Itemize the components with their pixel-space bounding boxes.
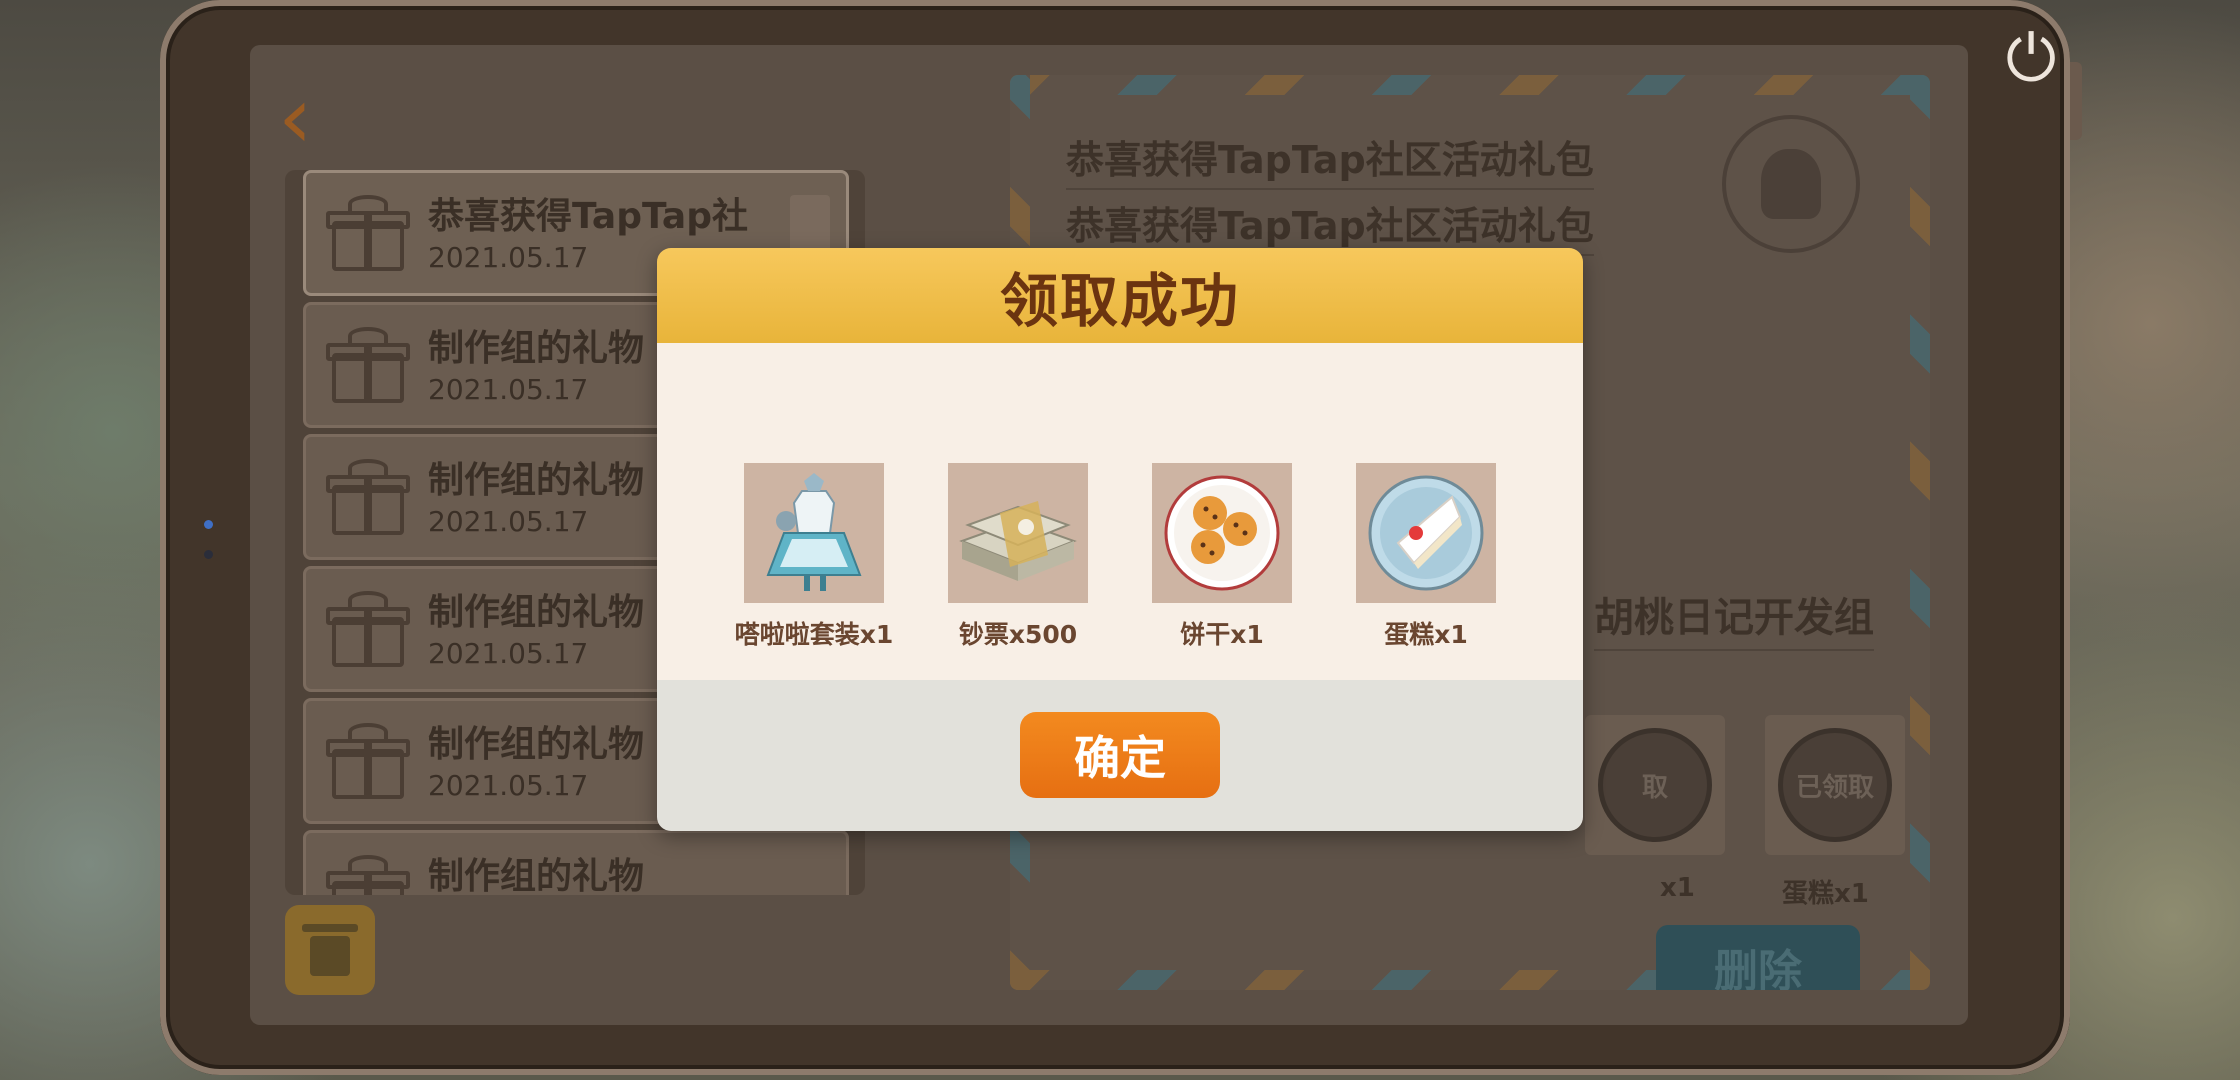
claim-success-dialog: 领取成功 嗒啦啦套装x1 钞票x500 饼干x1 蛋糕x1 确定 [657,248,1583,831]
mail-list-item[interactable]: 制作组的礼物 [303,830,849,895]
mail-date: 2021.05.17 [428,241,589,274]
reward-slot [1152,463,1292,603]
mail-date: 2021.05.17 [428,505,589,538]
letter-subtitle: 恭喜获得TapTap社区活动礼包 [1066,195,1594,256]
reward-slot [744,463,884,603]
reward-slot [1356,463,1496,603]
cake-slice-icon [1356,463,1496,603]
back-arrow-icon[interactable]: ‹ [278,75,312,161]
received-reward-label: 蛋糕x1 [1782,879,1869,909]
mail-title: 制作组的礼物 [428,460,645,501]
gift-icon [326,855,410,895]
mail-title: 制作组的礼物 [428,328,645,369]
letter-border [1010,75,1930,95]
gift-icon [326,195,410,273]
mail-title: 制作组的礼物 [428,724,645,765]
mail-date: 2021.05.17 [428,637,589,670]
tablet-side-tab [2070,62,2082,140]
sensor-dot [204,550,213,559]
delete-button[interactable]: 删除 [1656,925,1860,990]
received-reward-label: x1 [1660,873,1695,903]
received-reward-slot: 取 [1585,715,1725,855]
dialog-footer: 确定 [657,680,1583,831]
gift-icon [326,459,410,537]
power-icon[interactable]: ⏻ [1992,20,2070,98]
delete-all-button[interactable] [285,905,375,995]
reward-slot [948,463,1088,603]
cookies-icon [1152,463,1292,603]
received-badge: 取 [1598,728,1712,842]
gift-icon [326,591,410,669]
letter-border [1910,75,1930,990]
reward-label: 蛋糕x1 [1384,620,1468,649]
mail-title: 制作组的礼物 [428,856,645,895]
trash-icon [302,924,358,976]
mail-title: 恭喜获得TapTap社 [428,196,748,237]
dialog-title: 领取成功 [999,266,1240,335]
letter-title: 恭喜获得TapTap社区活动礼包 [1066,129,1594,190]
cash-stack-icon [948,463,1088,603]
dialog-header: 领取成功 [657,248,1583,343]
reward-label: 钞票x500 [958,620,1078,649]
reward-label: 嗒啦啦套装x1 [734,620,894,649]
camera-dot [204,520,213,529]
dialog-body: 嗒啦啦套装x1 钞票x500 饼干x1 蛋糕x1 [657,343,1583,680]
postmark-stamp-icon [1722,115,1860,253]
received-badge: 已领取 [1778,728,1892,842]
confirm-button[interactable]: 确定 [1020,712,1220,798]
outfit-icon [744,463,884,603]
gift-icon [326,723,410,801]
received-reward-slot: 已领取 [1765,715,1905,855]
reward-label: 饼干x1 [1180,620,1264,649]
letter-signature: 胡桃日记开发组 [1594,585,1874,651]
mail-date: 2021.05.17 [428,373,589,406]
gift-icon [326,327,410,405]
mail-title: 制作组的礼物 [428,592,645,633]
mail-date: 2021.05.17 [428,769,589,802]
